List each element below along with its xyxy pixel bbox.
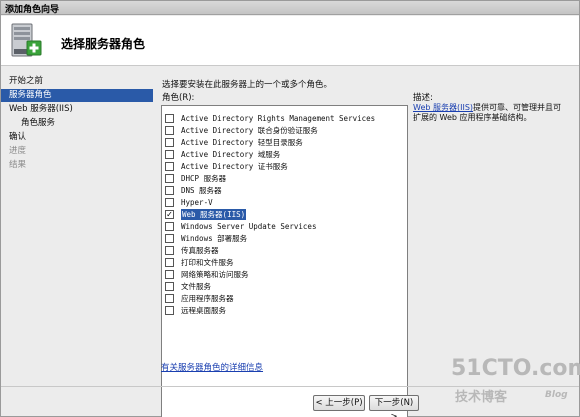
role-row[interactable]: 应用程序服务器	[165, 293, 405, 304]
role-label: Web 服务器(IIS)	[181, 209, 247, 220]
description-link[interactable]: Web 服务器(IIS)	[413, 103, 473, 112]
page-title: 选择服务器角色	[61, 37, 146, 51]
role-label: DHCP 服务器	[181, 174, 227, 183]
nav-step-role-services[interactable]: 角色服务	[1, 117, 153, 130]
roles-label: 角色(R):	[162, 93, 195, 103]
role-row[interactable]: DNS 服务器	[165, 185, 405, 196]
server-add-icon	[11, 23, 42, 57]
role-label: Active Directory 联合身份验证服务	[181, 126, 318, 135]
role-row[interactable]: Active Directory 联合身份验证服务	[165, 125, 405, 136]
role-label: 文件服务	[181, 282, 211, 291]
role-checkbox[interactable]	[165, 234, 174, 243]
instruction-text: 选择要安装在此服务器上的一个或多个角色。	[162, 80, 333, 90]
role-row[interactable]: Active Directory 证书服务	[165, 161, 405, 172]
role-checkbox[interactable]	[165, 294, 174, 303]
role-label: 打印和文件服务	[181, 258, 234, 267]
role-label: DNS 服务器	[181, 186, 222, 195]
role-checkbox[interactable]	[165, 246, 174, 255]
role-checkbox[interactable]	[165, 174, 174, 183]
back-button[interactable]: < 上一步(P)	[313, 395, 365, 411]
nav-step-confirmation[interactable]: 确认	[1, 131, 153, 144]
role-checkbox[interactable]	[165, 306, 174, 315]
role-checkbox[interactable]	[165, 258, 174, 267]
role-checkbox[interactable]	[165, 162, 174, 171]
nav-step-server-roles[interactable]: 服务器角色	[1, 89, 153, 102]
role-checkbox[interactable]	[165, 186, 174, 195]
watermark-blog: Blog	[545, 390, 568, 400]
role-row[interactable]: 传真服务器	[165, 245, 405, 256]
role-label: 传真服务器	[181, 246, 219, 255]
nav-step-before-you-begin[interactable]: 开始之前	[1, 75, 153, 88]
role-row[interactable]: 打印和文件服务	[165, 257, 405, 268]
role-row[interactable]: Windows Server Update Services	[165, 221, 405, 232]
role-label: Active Directory 轻型目录服务	[181, 138, 303, 147]
role-label: Active Directory 证书服务	[181, 162, 288, 171]
wizard-content: 选择要安装在此服务器上的一个或多个角色。 角色(R): Active Direc…	[161, 69, 571, 417]
role-label: 网络策略和访问服务	[181, 270, 249, 279]
nav-step-web-server-iis[interactable]: Web 服务器(IIS)	[1, 103, 153, 116]
watermark-site: 51CTO.com	[451, 356, 580, 381]
add-roles-wizard-window: 添加角色向导 选择服务器角色 开始之前 服务器角色 Web 服务器(IIS) 角…	[0, 0, 580, 417]
nav-step-results: 结果	[9, 160, 27, 170]
role-label: Active Directory 域服务	[181, 150, 281, 159]
role-label: 应用程序服务器	[181, 294, 234, 303]
role-label: Windows Server Update Services	[181, 222, 317, 231]
role-row[interactable]: Active Directory 轻型目录服务	[165, 137, 405, 148]
role-label: Windows 部署服务	[181, 234, 248, 243]
nav-step-progress: 进度	[9, 146, 27, 156]
role-checkbox[interactable]	[165, 138, 174, 147]
role-row[interactable]: Active Directory 域服务	[165, 149, 405, 160]
role-checkbox-checked[interactable]: ✓	[165, 210, 174, 219]
title-bar: 添加角色向导	[1, 1, 579, 15]
role-row[interactable]: 网络策略和访问服务	[165, 269, 405, 280]
watermark: 51CTO.com 技术博客 Blog	[451, 356, 580, 405]
wizard-step-nav: 开始之前 服务器角色 Web 服务器(IIS) 角色服务 确认 进度 结果	[1, 69, 153, 369]
role-checkbox[interactable]	[165, 126, 174, 135]
description-title: 描述:	[413, 93, 433, 103]
role-row[interactable]: Hyper-V	[165, 197, 405, 208]
role-checkbox[interactable]	[165, 222, 174, 231]
role-checkbox[interactable]	[165, 114, 174, 123]
role-checkbox[interactable]	[165, 150, 174, 159]
role-checkbox[interactable]	[165, 282, 174, 291]
role-label: Hyper-V	[181, 198, 213, 207]
role-row[interactable]: 远程桌面服务	[165, 305, 405, 316]
role-row[interactable]: DHCP 服务器	[165, 173, 405, 184]
role-row[interactable]: Active Directory Rights Management Servi…	[165, 113, 405, 124]
more-info-link[interactable]: 有关服务器角色的详细信息	[161, 361, 263, 373]
role-description: Web 服务器(IIS)提供可靠、可管理并且可扩展的 Web 应用程序基础结构。	[413, 103, 568, 123]
role-label: 远程桌面服务	[181, 306, 226, 315]
next-button[interactable]: 下一步(N) >	[369, 395, 419, 417]
watermark-subtitle: 技术博客	[455, 390, 508, 405]
role-checkbox[interactable]	[165, 198, 174, 207]
role-row[interactable]: Windows 部署服务	[165, 233, 405, 244]
wizard-header: 选择服务器角色	[1, 16, 579, 66]
role-row[interactable]: 文件服务	[165, 281, 405, 292]
role-checkbox[interactable]	[165, 270, 174, 279]
window-title: 添加角色向导	[5, 5, 60, 15]
role-row-selected[interactable]: ✓ Web 服务器(IIS)	[165, 209, 405, 220]
role-label: Active Directory Rights Management Servi…	[181, 114, 376, 123]
